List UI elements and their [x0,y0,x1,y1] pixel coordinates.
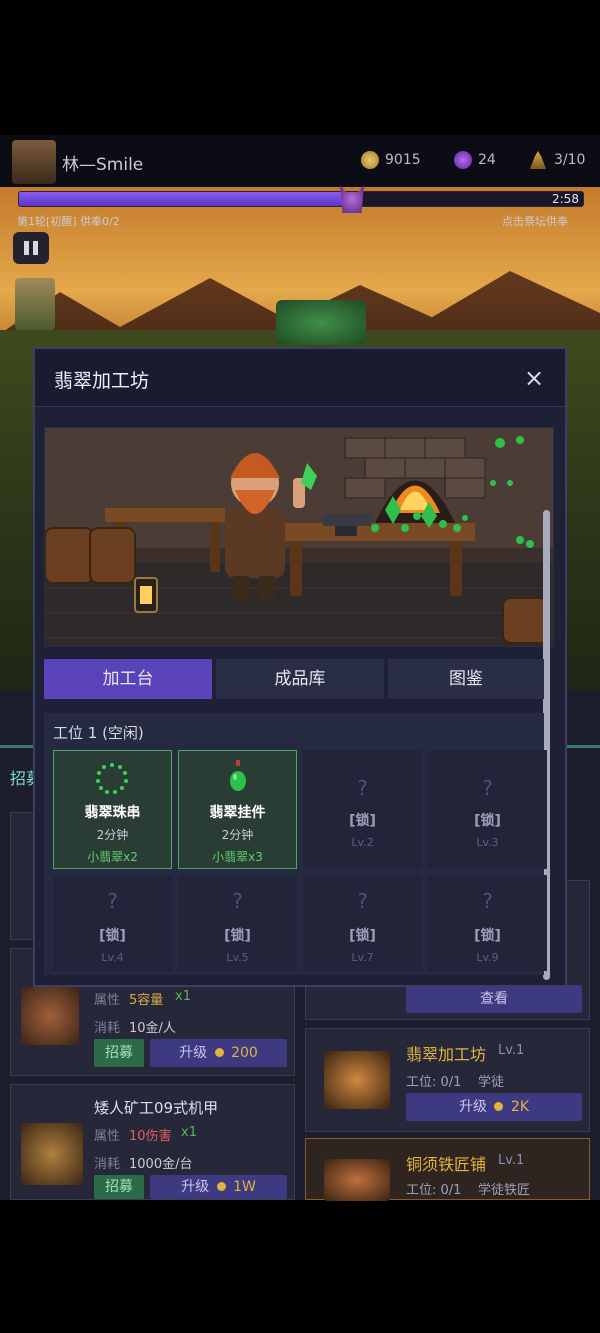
mech-title: 矮人矿工09式机甲 [94,1099,219,1117]
gem-count: 24 [478,152,496,168]
attr-label: 属性 [94,1129,121,1144]
coin-icon [494,1102,504,1111]
unknown-icon: ? [107,889,118,913]
workshop-scene-art [45,428,553,646]
recipe-time: 2分钟 [96,828,129,842]
left-card-2: 矮人矿工09式机甲 属性 10伤害 x1 消耗 1000金/台 招募 升级 1W [10,1084,295,1200]
cost-label: 消耗 [94,1021,121,1036]
lock-label: [锁] [349,928,376,944]
attr-mult: x1 [175,989,191,1004]
unlock-level: Lv.4 [101,951,124,964]
recipe-card[interactable]: 翡翠珠串 2分钟 小翡翠x2 [53,750,172,869]
workshop-thumbnail [324,1051,390,1109]
lock-label: [锁] [224,928,251,944]
workshop-illustration [44,427,554,647]
cost-value: 1000金/台 [129,1157,193,1172]
cost-label: 消耗 [94,1157,121,1172]
worker-count: 3/10 [554,152,586,168]
unlock-level: Lv.2 [351,836,374,849]
pause-button[interactable] [13,232,49,264]
attr-mult: x1 [181,1125,197,1140]
close-icon[interactable]: × [520,364,548,392]
cost-value: 10金/人 [129,1021,176,1036]
tab-codex[interactable]: 图鉴 [388,659,544,699]
tab-storage[interactable]: 成品库 [216,659,384,699]
upgrade-button[interactable]: 升级 2K [406,1093,582,1121]
unknown-icon: ? [482,776,493,800]
coin-icon [214,1048,224,1057]
npc-figure [15,278,55,330]
building-name: 铜须铁匠铺 [406,1155,487,1174]
unknown-icon: ? [357,776,368,800]
round-progress-fill [19,192,352,206]
round-timer: 2:58 [552,192,579,206]
mech-portrait [21,1123,83,1185]
building-name: 翡翠加工坊 [406,1045,487,1064]
tab-workbench[interactable]: 加工台 [44,659,212,699]
building-level: Lv.1 [498,1043,525,1058]
unit-portrait [21,987,79,1045]
lock-label: [锁] [474,813,501,829]
role-label: 学徒 [478,1075,505,1090]
upgrade-label: 升级 [459,1099,487,1115]
lock-label: [锁] [99,928,126,944]
unknown-icon: ? [232,889,243,913]
locked-slot: ? [锁] Lv.7 [303,875,422,971]
coin-icon [361,151,379,169]
slot-title: 工位 1 (空闲) [53,724,144,742]
upgrade-button[interactable]: 升级 200 [150,1039,287,1067]
upgrade-cost: 1W [233,1179,256,1195]
locked-slot: ? [锁] Lv.2 [303,750,422,869]
locked-slot: ? [锁] Lv.5 [178,875,297,971]
coin-count: 9015 [385,152,421,168]
role-label: 学徒铁匠 [478,1183,531,1198]
player-name: 林—Smile [62,155,144,175]
unlock-level: Lv.3 [476,836,499,849]
gem-icon [454,151,472,169]
pendant-icon [230,760,246,791]
smithy-thumbnail [324,1159,390,1201]
recipe-name: 翡翠珠串 [84,805,141,821]
round-info: 第1轮[初醒] 供奉0/2 [17,215,120,228]
modal-title: 翡翠加工坊 [54,370,150,392]
upgrade-cost: 200 [231,1045,258,1061]
pause-icon-bar [33,241,38,255]
player-avatar[interactable] [12,140,56,184]
pause-icon [24,241,29,255]
upgrade-button[interactable]: 升级 1W [150,1175,287,1199]
bead-string-icon [96,763,128,794]
attr-label: 属性 [94,993,121,1008]
unknown-icon: ? [482,889,493,913]
recipe-time: 2分钟 [221,828,254,842]
attr-value: 10伤害 [129,1129,172,1144]
altar-hint[interactable]: 点击祭坛供奉 [502,213,568,229]
recruit-button[interactable]: 招募 [94,1039,144,1067]
upgrade-label: 升级 [181,1179,210,1195]
view-button[interactable]: 查看 [406,985,582,1013]
unlock-level: Lv.5 [226,951,249,964]
building-card-smithy: 铜须铁匠铺 Lv.1 工位: 0/1 学徒铁匠 [305,1138,590,1201]
attr-value: 5容量 [129,993,164,1008]
recruit-button[interactable]: 招募 [94,1175,144,1199]
upgrade-cost: 2K [510,1099,529,1115]
lock-label: [锁] [474,928,501,944]
unlock-level: Lv.9 [476,951,499,964]
recipe-name: 翡翠挂件 [209,805,266,821]
slot-count: 工位: 0/1 [406,1075,462,1090]
lock-label: [锁] [349,813,376,829]
upgrade-label: 升级 [179,1045,208,1061]
recipe-cost: 小翡翠x2 [87,850,138,864]
locked-slot: ? [锁] Lv.4 [53,875,172,971]
recipe-card[interactable]: 翡翠挂件 2分钟 小翡翠x3 [178,750,297,869]
recipe-cost: 小翡翠x3 [212,850,263,864]
slot-count: 工位: 0/1 [406,1183,462,1198]
locked-slot: ? [锁] Lv.9 [428,875,547,971]
building-level: Lv.1 [498,1153,525,1168]
unlock-level: Lv.7 [351,951,374,964]
altar-statue[interactable] [276,300,366,345]
coin-icon [216,1182,226,1191]
building-card-jade: 翡翠加工坊 Lv.1 工位: 0/1 学徒 升级 2K [305,1028,590,1132]
locked-slot: ? [锁] Lv.3 [428,750,547,869]
unknown-icon: ? [357,889,368,913]
